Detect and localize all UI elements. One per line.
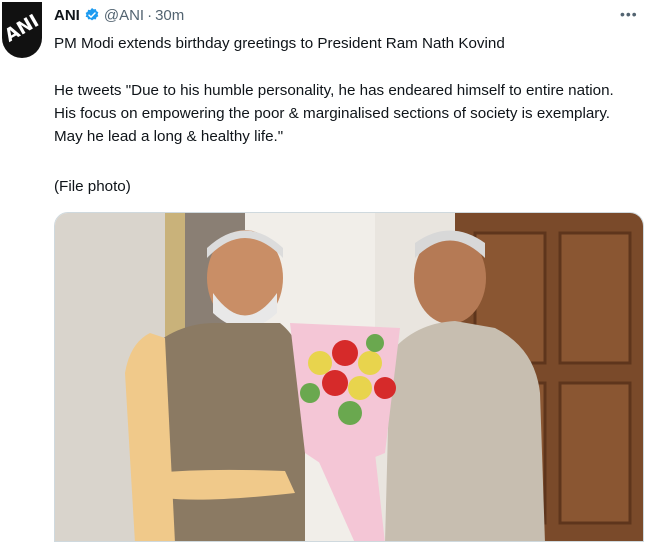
tweet-card[interactable]: ANI ANI @ANI · 30m ••• PM Modi extends b… bbox=[0, 0, 650, 542]
tweet-photo[interactable] bbox=[54, 212, 644, 542]
header-separator: · bbox=[147, 6, 153, 24]
photo-illustration bbox=[55, 213, 643, 541]
tweet-text-headline: PM Modi extends birthday greetings to Pr… bbox=[54, 35, 505, 52]
verified-badge-icon bbox=[85, 8, 99, 21]
author-handle[interactable]: @ANI bbox=[104, 7, 144, 24]
author-avatar[interactable]: ANI bbox=[2, 2, 42, 58]
tweet-text-file-note: (File photo) bbox=[54, 178, 131, 195]
tweet-text-quote: He tweets "Due to his humble personality… bbox=[54, 82, 614, 145]
tweet-timestamp[interactable]: 30m bbox=[155, 7, 184, 24]
more-options-icon[interactable]: ••• bbox=[620, 6, 638, 22]
avatar-logo-text: ANI bbox=[2, 10, 42, 47]
tweet-header: ANI @ANI · 30m bbox=[54, 4, 184, 26]
author-name[interactable]: ANI bbox=[54, 7, 80, 24]
